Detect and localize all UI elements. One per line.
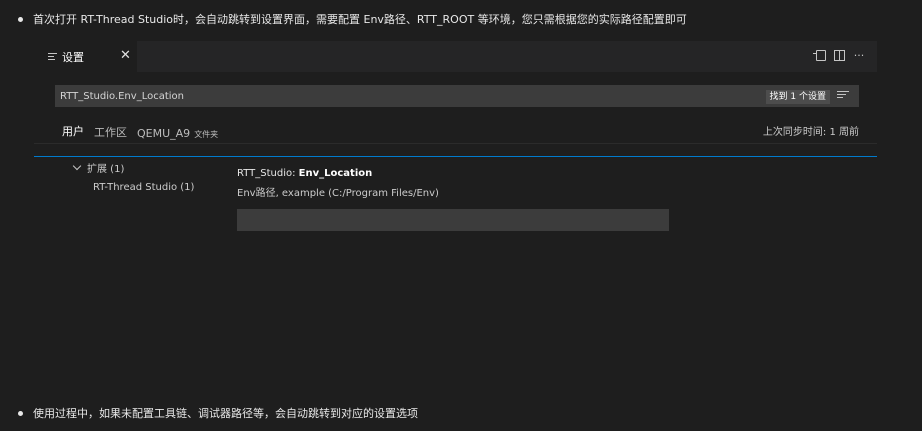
bullet-dot <box>18 410 23 416</box>
editor-actions: ··· <box>813 49 865 62</box>
tab-settings-label: 设置 <box>62 50 84 64</box>
setting-category: RTT_Studio: <box>237 168 299 179</box>
tab-workspace-label: 工作区 <box>94 126 127 139</box>
bullet-usage: 使用过程中，如果未配置工具链、调试器路径等，会自动跳转到对应的设置选项 <box>18 405 418 421</box>
settings-scope-tabs: 用户 工作区 QEMU_A9 文件夹 <box>62 123 228 144</box>
search-value[interactable]: RTT_Studio.Env_Location <box>60 91 184 102</box>
bullet-dot <box>18 16 23 22</box>
toc-item-rt-thread-studio[interactable]: RT-Thread Studio (1) <box>93 182 194 193</box>
setting-env-location: RTT_Studio: Env_Location Env路径, example … <box>237 168 669 231</box>
filter-icon[interactable] <box>837 91 849 98</box>
bullet-intro-text: 首次打开 RT-Thread Studio时，会自动跳转到设置界面，需要配置 E… <box>33 13 687 26</box>
bullet-usage-text: 使用过程中，如果未配置工具链、调试器路径等，会自动跳转到对应的设置选项 <box>33 407 418 420</box>
split-editor-icon[interactable] <box>834 49 845 61</box>
toc-group-extensions[interactable]: 扩展 (1) <box>72 160 194 175</box>
tab-workspace[interactable]: 工作区 <box>94 124 127 144</box>
toc-group-label: 扩展 (1) <box>87 164 125 175</box>
result-count-badge: 找到 1 个设置 <box>765 90 830 104</box>
focus-divider <box>34 156 877 157</box>
bullet-intro: 首次打开 RT-Thread Studio时，会自动跳转到设置界面，需要配置 E… <box>18 11 687 27</box>
setting-name: Env_Location <box>298 168 373 179</box>
list-icon <box>48 53 57 60</box>
open-json-icon[interactable] <box>813 49 826 61</box>
settings-toc: 扩展 (1) RT-Thread Studio (1) <box>72 160 194 193</box>
more-actions-icon[interactable]: ··· <box>853 49 865 62</box>
tab-user[interactable]: 用户 <box>62 123 84 144</box>
close-icon[interactable]: ✕ <box>120 49 131 63</box>
settings-search-input[interactable]: RTT_Studio.Env_Location 找到 1 个设置 <box>55 85 859 107</box>
sync-status: 上次同步时间: 1 周前 <box>762 127 859 138</box>
tab-folder-label: QEMU_A9 <box>137 127 191 140</box>
tab-folder-suffix: 文件夹 <box>194 130 219 139</box>
env-location-field[interactable] <box>237 209 669 231</box>
tab-settings[interactable]: 设置 ✕ <box>34 41 137 72</box>
editor-tab-bar: 设置 ✕ ··· <box>34 41 877 72</box>
chevron-down-icon <box>72 161 82 171</box>
divider <box>34 143 877 144</box>
settings-editor: 设置 ✕ ··· RTT_Studio.Env_Location 找到 1 个设… <box>34 41 877 386</box>
setting-title: RTT_Studio: Env_Location <box>237 168 669 179</box>
setting-description: Env路径, example (C:/Program Files/Env) <box>237 188 439 199</box>
tab-user-label: 用户 <box>62 125 84 138</box>
tab-folder[interactable]: QEMU_A9 文件夹 <box>137 127 218 144</box>
